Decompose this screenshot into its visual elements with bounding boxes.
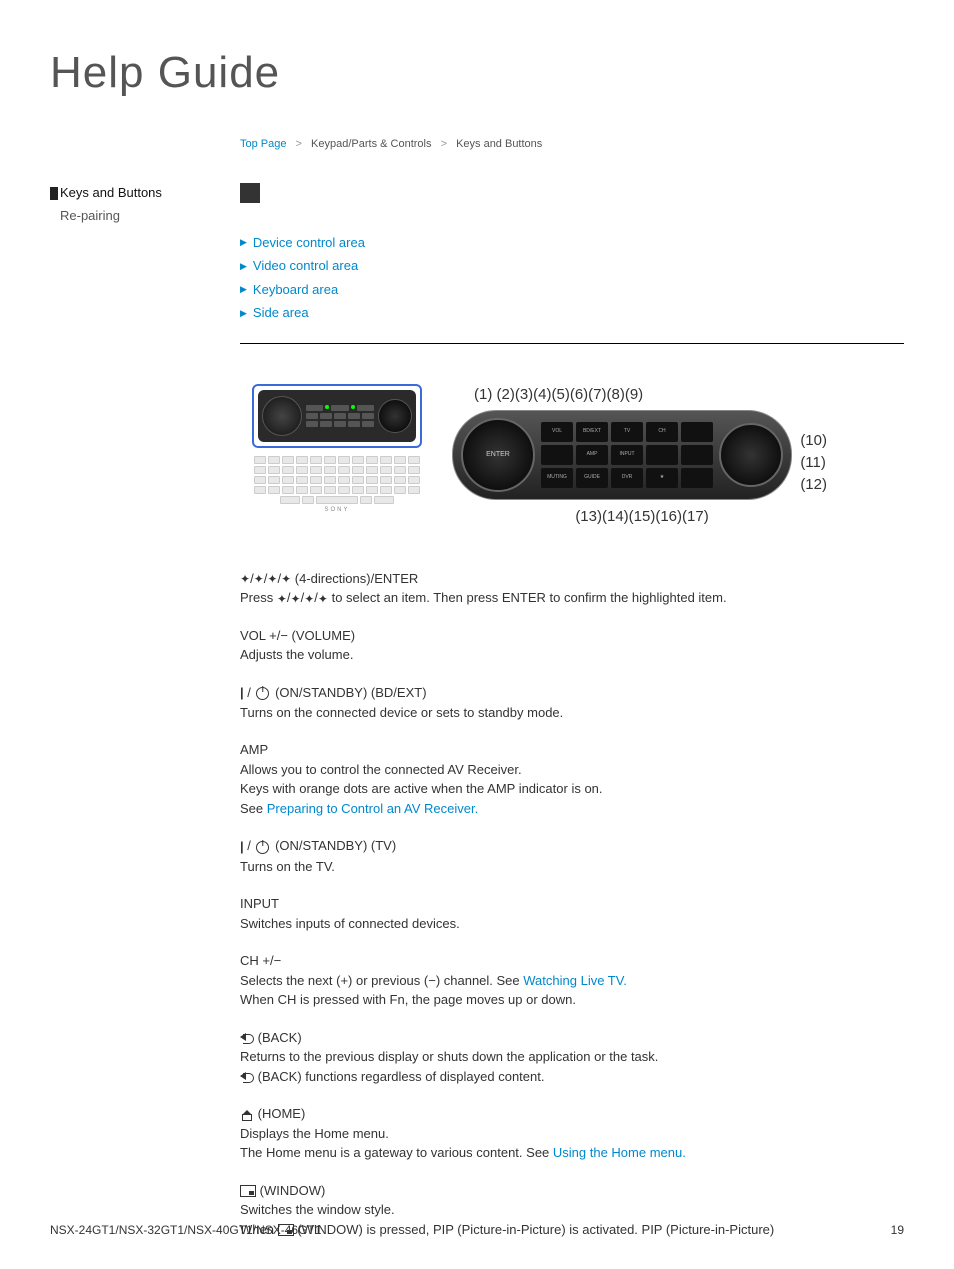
- anchor-keyboard-area[interactable]: Keyboard area: [253, 282, 338, 297]
- sidebar-current-label: Keys and Buttons: [60, 185, 162, 200]
- anchor-list: Device control area Video control area K…: [240, 233, 904, 323]
- footer: NSX-24GT1/NSX-32GT1/NSX-40GT1/NSX-46GT1 …: [50, 1221, 904, 1239]
- item-1-body: Press ✦/✦/✦/✦ to select an item. Then pr…: [240, 588, 904, 608]
- remote-overview-image: SONY: [252, 384, 422, 519]
- window-icon: [240, 1185, 256, 1197]
- footer-page-number: 19: [891, 1221, 904, 1239]
- item-8-body: Returns to the previous display or shuts…: [240, 1047, 904, 1086]
- footer-models: NSX-24GT1/NSX-32GT1/NSX-40GT1/NSX-46GT1: [50, 1221, 321, 1239]
- left-arrow-icon: ✦: [267, 570, 277, 588]
- diagram-row: SONY (1) (2)(3)(4)(5)(6)(7)(8)(9) ENTER …: [252, 384, 904, 529]
- down-arrow-icon: ✦: [291, 590, 301, 608]
- bar-icon: |: [240, 683, 244, 703]
- callout-top: (1) (2)(3)(4)(5)(6)(7)(8)(9): [452, 384, 792, 411]
- callout-bottom: (13)(14)(15)(16)(17): [452, 500, 792, 529]
- link-home-menu[interactable]: Using the Home menu.: [553, 1145, 686, 1160]
- up-arrow-icon: ✦: [277, 590, 287, 608]
- back-icon: [240, 1071, 254, 1083]
- item-5-title: | / (ON/STANDBY) (TV): [240, 836, 904, 856]
- item-9-title: (HOME): [240, 1104, 904, 1124]
- right-arrow-icon: ✦: [281, 570, 291, 588]
- anchor-video-control[interactable]: Video control area: [253, 258, 358, 273]
- breadcrumb-current: Keys and Buttons: [456, 138, 542, 150]
- right-arrow-icon: ✦: [318, 590, 328, 608]
- item-6-title: INPUT: [240, 894, 904, 914]
- link-av-receiver[interactable]: Preparing to Control an AV Receiver.: [267, 801, 479, 816]
- divider: [240, 343, 904, 344]
- dpad-enter-button: ENTER: [461, 418, 535, 492]
- sidebar-current-item: Keys and Buttons: [50, 183, 240, 203]
- section-marker-icon: [240, 183, 260, 203]
- item-1-title: ✦/✦/✦/✦ (4-directions)/ENTER: [240, 569, 904, 589]
- remote-zoom-diagram: (1) (2)(3)(4)(5)(6)(7)(8)(9) ENTER VOL B…: [452, 384, 792, 529]
- home-icon: [240, 1109, 254, 1121]
- item-8-title: (BACK): [240, 1028, 904, 1048]
- breadcrumb: Top Page > Keypad/Parts & Controls > Key…: [240, 136, 904, 153]
- page-title: Help Guide: [50, 40, 904, 106]
- brand-label: SONY: [254, 506, 420, 515]
- anchor-side-area[interactable]: Side area: [253, 305, 309, 320]
- sidebar-marker-icon: [50, 187, 58, 200]
- power-icon: [256, 687, 269, 700]
- down-arrow-icon: ✦: [254, 570, 264, 588]
- item-7-body: Selects the next (+) or previous (−) cha…: [240, 971, 904, 1010]
- page: Help Guide Top Page > Keypad/Parts & Con…: [0, 0, 954, 1269]
- back-icon: [240, 1032, 254, 1044]
- breadcrumb-top-link[interactable]: Top Page: [240, 138, 286, 150]
- item-2-body: Adjusts the volume.: [240, 645, 904, 665]
- callout-right: (10) (11) (12): [800, 430, 827, 496]
- breadcrumb-sep: >: [441, 138, 447, 150]
- left-arrow-icon: ✦: [304, 590, 314, 608]
- bar-icon: |: [240, 837, 244, 857]
- item-2-title: VOL +/− (VOLUME): [240, 626, 904, 646]
- item-7-title: CH +/−: [240, 951, 904, 971]
- sidebar-item-repairing[interactable]: Re-pairing: [60, 206, 240, 226]
- breadcrumb-category: Keypad/Parts & Controls: [311, 138, 431, 150]
- breadcrumb-sep: >: [296, 138, 302, 150]
- sidebar: Keys and Buttons Re-pairing: [50, 183, 240, 226]
- item-3-title: | / (ON/STANDBY) (BD/EXT): [240, 683, 904, 703]
- descriptions: ✦/✦/✦/✦ (4-directions)/ENTER Press ✦/✦/✦…: [240, 569, 904, 1240]
- item-5-body: Turns on the TV.: [240, 857, 904, 877]
- up-arrow-icon: ✦: [240, 570, 250, 588]
- right-dpad: [719, 423, 783, 487]
- link-live-tv[interactable]: Watching Live TV.: [523, 973, 627, 988]
- item-4-body: Allows you to control the connected AV R…: [240, 760, 904, 819]
- item-4-title: AMP: [240, 740, 904, 760]
- item-6-body: Switches inputs of connected devices.: [240, 914, 904, 934]
- item-9-body: Displays the Home menu. The Home menu is…: [240, 1124, 904, 1163]
- power-icon: [256, 841, 269, 854]
- item-3-body: Turns on the connected device or sets to…: [240, 703, 904, 723]
- anchor-device-control[interactable]: Device control area: [253, 235, 365, 250]
- main-content: Device control area Video control area K…: [240, 183, 904, 1240]
- item-10-title: (WINDOW): [240, 1181, 904, 1201]
